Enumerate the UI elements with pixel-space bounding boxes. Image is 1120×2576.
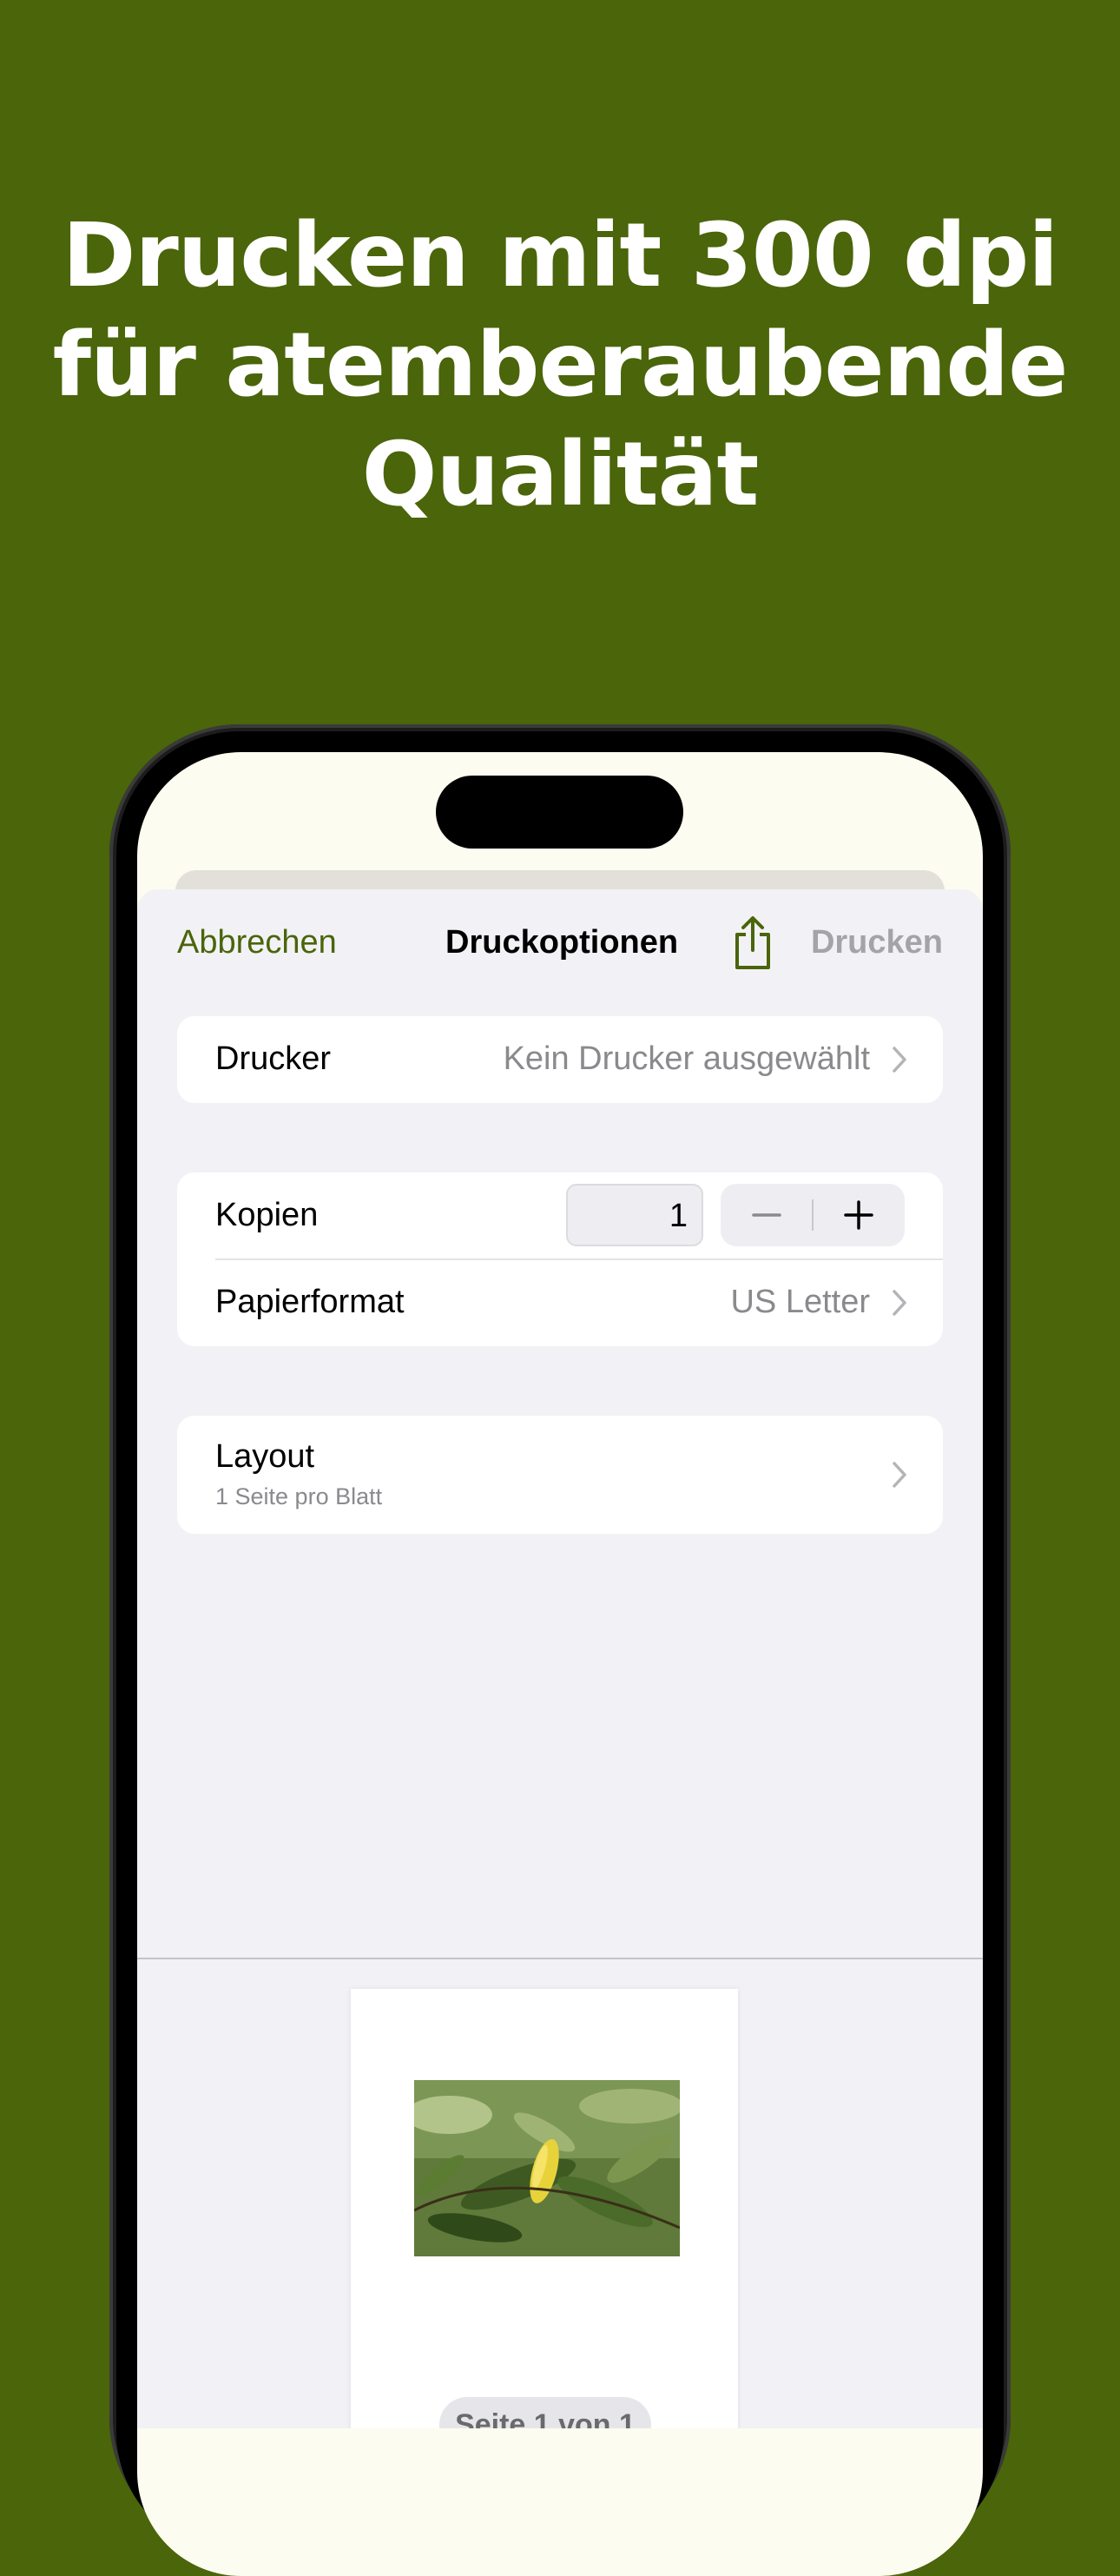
chevron-right-icon [893, 1290, 906, 1316]
dynamic-island [436, 776, 683, 849]
printer-card: Drucker Kein Drucker ausgewählt [177, 1016, 943, 1103]
preview-divider [137, 1958, 983, 1959]
headline-line-2: für atemberaubende [52, 314, 1069, 417]
paper-size-row[interactable]: Papierformat US Letter [177, 1259, 943, 1346]
chevron-right-icon [893, 1047, 906, 1073]
cancel-button[interactable]: Abbrechen [177, 924, 337, 961]
paper-size-value: US Letter [730, 1284, 870, 1320]
share-icon[interactable] [730, 915, 775, 971]
plus-icon [844, 1200, 873, 1230]
status-time: 12:25 [252, 795, 341, 833]
printer-value: Kein Drucker ausgewählt [503, 1040, 870, 1077]
decrement-button[interactable] [721, 1184, 813, 1246]
page-indicator-badge: Seite 1 von 1 [439, 2397, 651, 2428]
page-preview[interactable]: Seite 1 von 1 [351, 1989, 738, 2428]
layout-card: Layout 1 Seite pro Blatt [177, 1416, 943, 1534]
headline-line-3: Qualität [361, 423, 759, 526]
headline: Drucken mit 300 dpi für atemberaubende Q… [0, 201, 1120, 530]
layout-subtitle: 1 Seite pro Blatt [215, 1483, 383, 1509]
copies-input[interactable]: 1 [566, 1184, 703, 1246]
printer-row[interactable]: Drucker Kein Drucker ausgewählt [177, 1016, 943, 1103]
leaf-photo-image [414, 2080, 680, 2256]
printer-label: Drucker [215, 1040, 332, 1077]
copies-row: Kopien 1 [177, 1172, 943, 1259]
share-icon-glyph [735, 916, 770, 969]
print-button[interactable]: Drucken [811, 924, 943, 961]
navigation-bar: Abbrechen Druckoptionen Drucken [137, 889, 983, 1002]
copies-stepper [721, 1184, 905, 1246]
increment-button[interactable] [813, 1184, 905, 1246]
headline-line-1: Drucken mit 300 dpi [62, 204, 1058, 307]
copies-paper-card: Kopien 1 Papierformat US Letter [177, 1172, 943, 1346]
preview-photo [414, 2080, 680, 2256]
chevron-right-icon [893, 1462, 906, 1488]
minus-icon [752, 1213, 781, 1217]
print-options-sheet: Abbrechen Druckoptionen Drucken Drucker … [137, 889, 983, 2428]
sheet-title: Druckoptionen [445, 924, 679, 961]
layout-label: Layout [215, 1438, 315, 1475]
copies-label: Kopien [215, 1197, 319, 1233]
layout-row[interactable]: Layout 1 Seite pro Blatt [177, 1416, 943, 1534]
paper-size-label: Papierformat [215, 1284, 405, 1320]
